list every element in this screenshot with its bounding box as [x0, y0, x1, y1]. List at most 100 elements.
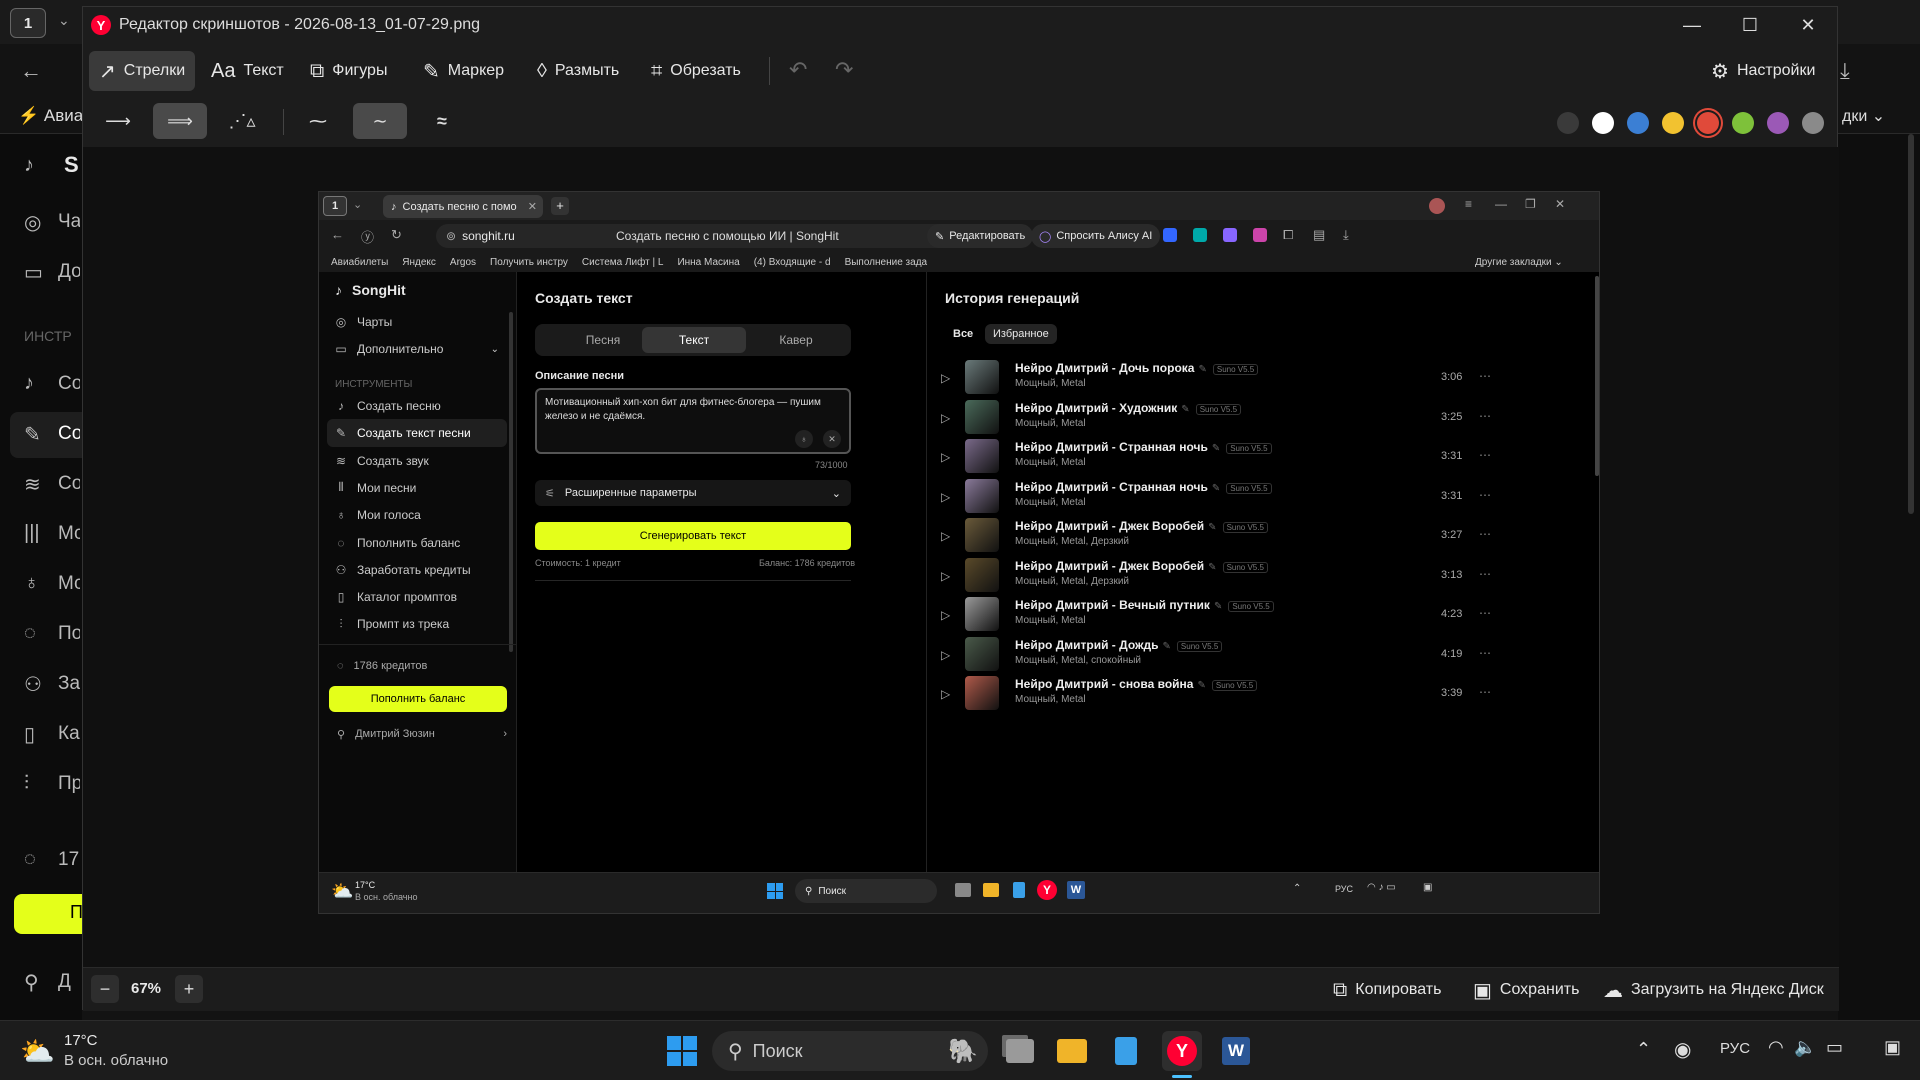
weather-icon[interactable]: ⛅ [20, 1035, 55, 1068]
wifi-icon[interactable]: ◠ [1768, 1037, 1784, 1058]
sidebar-item[interactable]: Со [58, 423, 80, 445]
color-swatch[interactable] [1662, 112, 1684, 134]
stroke-medium-icon[interactable]: ∼ [353, 103, 407, 139]
zoom-in-button[interactable]: + [175, 975, 203, 1003]
editor-title: Редактор скриншотов - 2026-08-13_01-07-2… [119, 16, 481, 33]
tool-crop[interactable]: ⌗ Обрезать [641, 51, 751, 91]
tool-text[interactable]: Aa Текст [201, 51, 294, 91]
nav-item: ▭ Дополнительно ⌄ [335, 342, 499, 356]
dotted-arrow-icon[interactable]: ⋰▵ [215, 103, 269, 139]
weather-desc[interactable]: В осн. облачно [64, 1052, 168, 1069]
sidebar-item[interactable]: Ка [58, 723, 80, 745]
recorder-icon[interactable]: ◉ [1674, 1037, 1691, 1062]
extension-icon [1193, 228, 1207, 242]
chevron-down-icon: ⌄ [831, 487, 841, 500]
zoom-out-button[interactable]: − [91, 975, 119, 1003]
bookmark-avia[interactable]: ⚡ Авиа [18, 106, 83, 126]
chevron-up-icon[interactable]: ⌃ [1636, 1039, 1651, 1060]
tab-counter[interactable]: 1 [10, 8, 46, 38]
maximize-button[interactable]: ☐ [1721, 7, 1779, 43]
weather-temp[interactable]: 17°C [64, 1032, 98, 1049]
file-explorer-icon[interactable] [1052, 1031, 1092, 1071]
more-icon: ⋯ [1479, 369, 1491, 383]
notepad-icon[interactable] [1106, 1031, 1146, 1071]
user-icon: ⚲ [337, 729, 346, 741]
notification-icon[interactable]: ▣ [1884, 1037, 1901, 1058]
bookmark-other[interactable]: дки ⌄ [1842, 106, 1885, 126]
folder-icon: ▭ [24, 262, 43, 284]
play-icon: ▷ [941, 410, 951, 425]
model-badge: Suno V5.5 [1195, 403, 1242, 415]
edit-button: ✎ Редактировать [927, 224, 1034, 248]
sidebar-item[interactable]: Со [58, 373, 80, 395]
language-indicator[interactable]: РУС [1720, 1040, 1750, 1057]
sidebar-item[interactable]: Мс [58, 573, 80, 595]
save-button[interactable]: ▣ Сохранить [1473, 968, 1579, 1012]
back-icon[interactable]: ← [20, 58, 42, 84]
close-button[interactable]: ✕ [1779, 7, 1837, 43]
color-swatch[interactable] [1627, 112, 1649, 134]
copy-button[interactable]: ⧉ Копировать [1333, 968, 1441, 1012]
sidebar-item[interactable]: До [58, 261, 80, 283]
taskbar-search[interactable]: ⚲ Поиск 🐘 [712, 1031, 988, 1071]
double-line-arrow-icon[interactable]: ⟹ [153, 103, 207, 139]
chevron-down-icon[interactable]: ⌄ [58, 12, 70, 29]
history-row: ▷ Нейро Дмитрий - снова война ✎ Suno V5.5 Мо… [941, 672, 1541, 720]
color-swatch[interactable] [1732, 112, 1754, 134]
track-tags: Мощный, Metal, Дерзкий [1015, 575, 1130, 587]
tool-shapes[interactable]: ⧉ Фигуры [300, 51, 397, 91]
redo-icon[interactable]: ↷ [835, 57, 853, 83]
tools-section: ИНСТРУМЕНТЫ [335, 379, 413, 390]
task-view-icon[interactable] [1000, 1031, 1040, 1071]
tool-blur[interactable]: ◊ Размыть [527, 51, 629, 91]
sidebar-item[interactable]: За [58, 673, 80, 695]
inner-bookmarks-bar: Авиабилеты Яндекс Argos Получить инстру … [319, 252, 1599, 272]
globe-icon: ◎ [335, 315, 347, 329]
coins-icon: ◌ [24, 848, 36, 870]
color-swatch[interactable] [1802, 112, 1824, 134]
color-swatch[interactable] [1697, 112, 1719, 134]
tool-arrows[interactable]: ↗ Стрелки [89, 51, 196, 91]
upload-disk-button[interactable]: ☁ Загрузить на Яндекс Диск [1603, 968, 1824, 1012]
download-icon[interactable]: ⤓ [1840, 58, 1850, 84]
minimize-button[interactable]: — [1663, 7, 1721, 43]
pen-icon: ✎ [1208, 522, 1217, 533]
word-icon[interactable]: W [1216, 1031, 1256, 1071]
inner-nav-bar: ← ⓨ ↻ ⊚ songhit.ru Создать песню с помощ… [319, 220, 1599, 252]
stroke-thick-icon[interactable]: ≈ [415, 103, 469, 139]
thin-arrow-icon[interactable]: ⟶ [91, 103, 145, 139]
chevron-up-icon: ⌃ [1293, 883, 1302, 894]
track-title-text: Нейро Дмитрий - Дождь [1015, 637, 1159, 652]
sidebar-item[interactable]: Ча [58, 211, 80, 233]
color-swatch[interactable] [1767, 112, 1789, 134]
inner-search: ⚲ Поиск [795, 879, 937, 903]
more-icon: ⋯ [1479, 408, 1491, 423]
windows-start-icon[interactable] [662, 1031, 702, 1071]
undo-icon[interactable]: ↶ [789, 57, 807, 83]
restore-icon: ❐ [1525, 197, 1536, 211]
color-swatch[interactable] [1557, 112, 1579, 134]
word-icon: W [1067, 881, 1085, 899]
more-icon: ⋯ [1479, 645, 1491, 660]
more-icon: ⋯ [1479, 566, 1491, 581]
sidebar-item[interactable]: Мс [58, 523, 80, 545]
tool-marker[interactable]: ✎ Маркер [413, 51, 514, 91]
scrollbar[interactable] [1908, 134, 1914, 514]
sidebar-item[interactable]: Пр [58, 773, 80, 795]
volume-icon[interactable]: 🔈 [1794, 1037, 1816, 1058]
task-view-icon [955, 883, 971, 897]
sidebar-item[interactable]: По [58, 623, 80, 645]
user-name[interactable]: Д [58, 971, 80, 993]
track-title: Нейро Дмитрий - Джек Воробей ✎ Suno V5.5 [1015, 519, 1268, 533]
yandex-browser-icon[interactable]: Y [1162, 1031, 1202, 1071]
settings-button[interactable]: ⚙ Настройки [1701, 51, 1825, 91]
battery-icon[interactable]: ▭ [1826, 1037, 1843, 1058]
sidebar-item[interactable]: Со [58, 473, 80, 495]
track-cover [965, 518, 999, 552]
notification-icon: ▣ [1423, 882, 1433, 893]
color-swatch[interactable] [1592, 112, 1614, 134]
topup-button[interactable]: П [14, 894, 84, 934]
more-icon: ⋯ [1479, 448, 1491, 462]
stroke-thin-icon[interactable]: ⁓ [291, 103, 345, 139]
wave-icon: ≋ [335, 453, 347, 468]
